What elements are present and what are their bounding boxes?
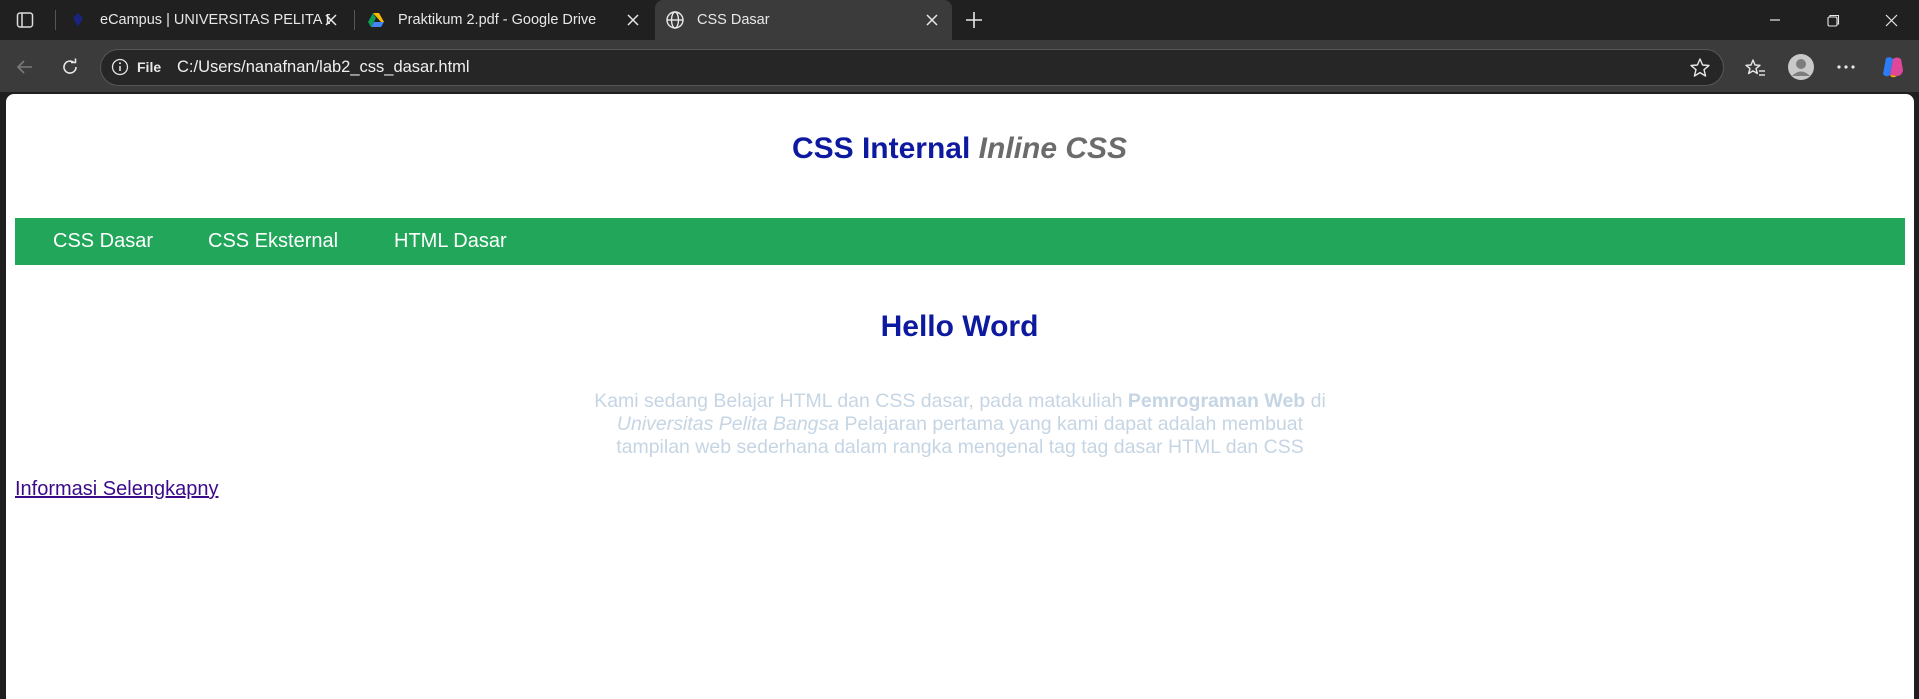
tab-ecampus[interactable]: eCampus | UNIVERSITAS PELITA B — [58, 0, 351, 40]
tab-title: Praktikum 2.pdf - Google Drive — [398, 12, 597, 28]
intro-paragraph: Kami sedang Belajar HTML dan CSS dasar, … — [580, 390, 1340, 459]
restore-icon[interactable] — [1805, 0, 1861, 40]
info-icon[interactable] — [111, 58, 129, 76]
nav-link-css-dasar[interactable]: CSS Dasar — [53, 230, 153, 253]
paragraph-bold: Pemrograman Web — [1127, 390, 1306, 412]
copilot-icon[interactable] — [1876, 50, 1910, 84]
tab-css-dasar[interactable]: CSS Dasar — [655, 0, 952, 40]
google-drive-icon — [366, 10, 386, 30]
nav-bar: CSS Dasar CSS Eksternal HTML Dasar — [15, 218, 1905, 265]
paragraph-text: Kami sedang Belajar HTML dan CSS dasar, … — [594, 390, 1128, 412]
more-info-link[interactable]: Informasi Selengkapny — [15, 478, 218, 501]
nav-link-css-eksternal[interactable]: CSS Eksternal — [208, 230, 338, 253]
page-title-inline: Inline — [978, 132, 1058, 165]
favorites-icon[interactable] — [1738, 51, 1772, 85]
tab-actions-icon[interactable] — [8, 3, 42, 37]
page-title: CSS Internal Inline CSS — [0, 132, 1919, 166]
refresh-icon[interactable] — [53, 50, 87, 84]
globe-icon — [665, 10, 685, 30]
close-icon[interactable] — [321, 10, 341, 30]
tab-title: eCampus | UNIVERSITAS PELITA B — [100, 12, 330, 28]
back-icon[interactable] — [8, 50, 42, 84]
tab-google-drive[interactable]: Praktikum 2.pdf - Google Drive — [356, 0, 653, 40]
page-title-css: CSS — [1065, 132, 1128, 165]
more-options-icon[interactable] — [1829, 50, 1863, 84]
favorite-star-icon[interactable] — [1689, 57, 1711, 84]
minimize-icon[interactable] — [1747, 0, 1803, 40]
scheme-label: File — [137, 59, 162, 75]
tab-strip: eCampus | UNIVERSITAS PELITA B Praktikum… — [0, 0, 1919, 40]
url-text[interactable]: C:/Users/nanafnan/lab2_css_dasar.html — [177, 58, 470, 77]
hello-heading: Hello Word — [880, 310, 1039, 343]
tab-separator — [55, 10, 56, 30]
tab-title: CSS Dasar — [697, 12, 770, 28]
ecampus-icon — [68, 10, 88, 30]
window-close-icon[interactable] — [1863, 0, 1919, 40]
tab-separator — [354, 10, 355, 30]
page-title-internal: CSS Internal — [791, 132, 971, 165]
close-icon[interactable] — [623, 10, 643, 30]
paragraph-italic: Universitas Pelita Bangsa — [616, 413, 840, 435]
address-bar[interactable]: File C:/Users/nanafnan/lab2_css_dasar.ht… — [100, 49, 1724, 86]
close-icon[interactable] — [922, 10, 942, 30]
new-tab-icon[interactable] — [957, 3, 991, 37]
profile-avatar-icon[interactable] — [1784, 50, 1818, 84]
paragraph-text: di — [1305, 390, 1326, 412]
nav-link-html-dasar[interactable]: HTML Dasar — [394, 230, 507, 253]
